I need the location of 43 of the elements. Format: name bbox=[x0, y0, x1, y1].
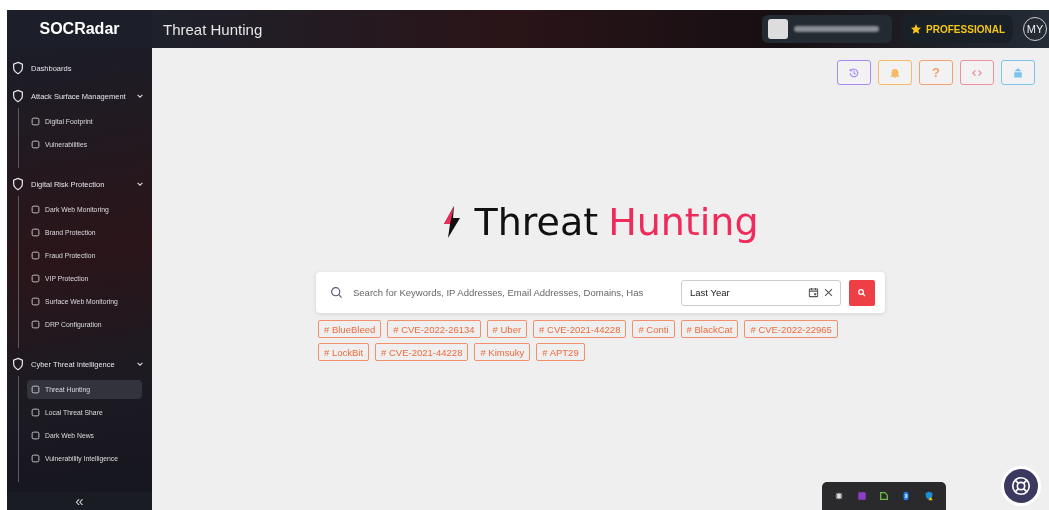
search-icon bbox=[857, 287, 867, 298]
app-icon[interactable] bbox=[878, 491, 889, 501]
square-icon bbox=[31, 297, 40, 306]
logo: SOCRadar bbox=[39, 20, 120, 38]
caret-icon bbox=[136, 360, 144, 368]
search-field[interactable]: Search for Keywords, IP Addresses, Email Addresses, Domains, Has bbox=[330, 286, 673, 299]
square-icon bbox=[31, 454, 40, 463]
bluetooth-icon[interactable] bbox=[901, 491, 912, 501]
square-icon bbox=[31, 205, 40, 214]
shield-icon bbox=[11, 61, 25, 75]
caret-icon bbox=[136, 180, 144, 188]
account-switcher[interactable] bbox=[762, 15, 893, 43]
square-icon bbox=[31, 431, 40, 440]
square-icon bbox=[31, 140, 40, 149]
square-icon bbox=[31, 320, 40, 329]
search-button[interactable] bbox=[849, 279, 875, 306]
square-icon bbox=[31, 251, 40, 260]
caret-icon bbox=[136, 92, 144, 100]
close-icon[interactable] bbox=[823, 287, 834, 298]
lightning-icon bbox=[442, 206, 463, 238]
app-icon[interactable] bbox=[834, 491, 845, 501]
history-icon bbox=[848, 66, 860, 79]
bell-icon bbox=[889, 66, 901, 79]
square-icon bbox=[31, 385, 40, 394]
date-field[interactable]: Last Year bbox=[681, 279, 841, 306]
help-button[interactable] bbox=[1001, 466, 1041, 506]
lifebuoy-icon bbox=[1010, 475, 1032, 497]
square-icon bbox=[31, 117, 40, 126]
square-icon bbox=[31, 408, 40, 417]
upload-icon bbox=[1012, 66, 1024, 79]
shield-icon bbox=[11, 89, 25, 103]
search-icon bbox=[330, 286, 343, 299]
square-icon bbox=[31, 274, 40, 283]
square-icon bbox=[31, 228, 40, 237]
shield-icon[interactable] bbox=[923, 491, 934, 501]
collapse-button[interactable]: « bbox=[7, 492, 152, 510]
page-title: Threat Hunting bbox=[163, 20, 263, 38]
star-icon bbox=[910, 23, 923, 35]
shield-icon bbox=[11, 357, 25, 371]
calendar-icon bbox=[808, 287, 819, 298]
hero-title: Threat Hunting bbox=[442, 200, 759, 244]
plan-badge[interactable]: PROFESSIONAL bbox=[902, 15, 1013, 43]
shield-icon bbox=[11, 177, 25, 191]
